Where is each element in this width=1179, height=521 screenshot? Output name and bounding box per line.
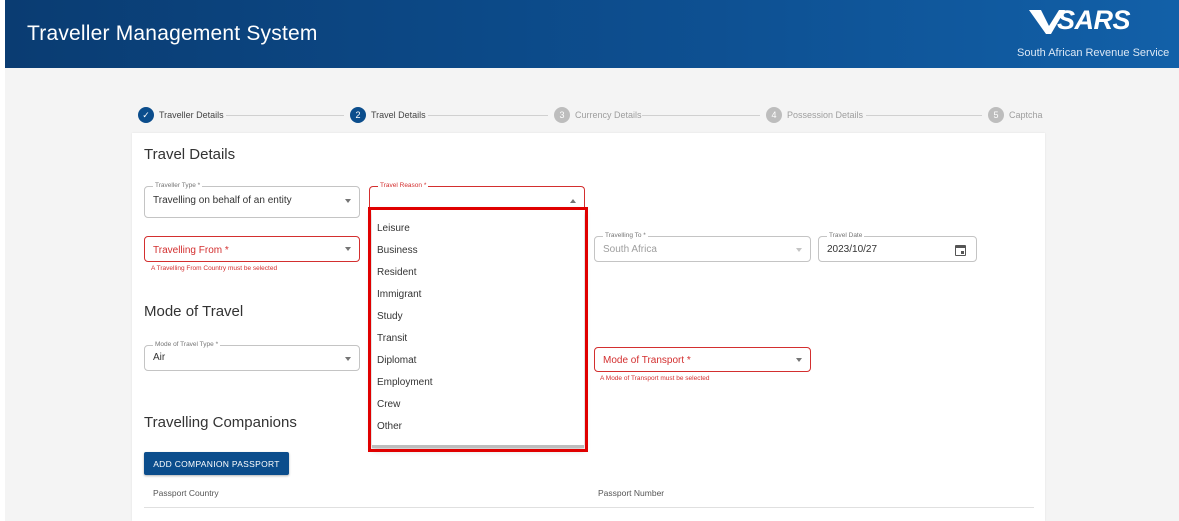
column-header-passport-number: Passport Number <box>598 488 665 498</box>
companions-title: Travelling Companions <box>144 414 297 431</box>
field-label: Travel Reason * <box>378 182 429 190</box>
step-number: 4 <box>766 107 782 123</box>
field-value: South Africa <box>603 244 657 255</box>
step-captcha[interactable]: 5 Captcha <box>988 106 1043 124</box>
step-label: Travel Details <box>371 110 426 120</box>
step-connector <box>866 115 982 116</box>
field-label: Travelling To * <box>603 232 648 240</box>
chevron-down-icon <box>345 247 351 251</box>
progress-stepper: ✓ Traveller Details 2 Travel Details 3 C… <box>0 106 1179 124</box>
chevron-down-icon <box>345 199 351 203</box>
step-travel-details[interactable]: 2 Travel Details <box>350 106 426 124</box>
chevron-down-icon <box>796 358 802 362</box>
field-value: 2023/10/27 <box>827 244 878 255</box>
step-label: Traveller Details <box>159 110 224 120</box>
step-connector <box>642 115 760 116</box>
field-value: Air <box>153 352 166 363</box>
calendar-icon[interactable] <box>955 245 966 256</box>
step-traveller-details[interactable]: ✓ Traveller Details <box>138 106 224 124</box>
step-connector <box>428 115 548 116</box>
travelling-to-select[interactable]: Travelling To * South Africa <box>594 232 811 262</box>
field-placeholder: Mode of Transport * <box>603 355 691 366</box>
step-label: Possession Details <box>787 110 864 120</box>
travel-date-input[interactable]: Travel Date 2023/10/27 <box>818 232 977 262</box>
add-companion-passport-button[interactable]: ADD COMPANION PASSPORT <box>144 452 289 475</box>
table-divider <box>144 507 1034 508</box>
chevron-up-icon <box>570 199 576 203</box>
step-label: Currency Details <box>575 110 642 120</box>
chevron-down-icon <box>796 248 802 252</box>
travelling-from-select[interactable]: Travelling From * <box>144 236 360 262</box>
mode-of-travel-title: Mode of Travel <box>144 303 244 320</box>
highlight-box <box>368 207 588 452</box>
field-value: Travelling on behalf of an entity <box>153 195 292 206</box>
chevron-down-icon <box>345 357 351 361</box>
step-label: Captcha <box>1009 110 1043 120</box>
field-label: Travel Date <box>827 232 865 240</box>
app-title: Traveller Management System <box>27 22 318 45</box>
sars-logo-subtitle: South African Revenue Service <box>1017 47 1170 59</box>
column-header-passport-country: Passport Country <box>153 488 219 498</box>
step-number: 2 <box>350 107 366 123</box>
traveller-type-select[interactable]: Traveller Type * Travelling on behalf of… <box>144 182 360 218</box>
mode-of-travel-type-select[interactable]: Mode of Travel Type * Air <box>144 341 360 371</box>
step-currency-details[interactable]: 3 Currency Details <box>554 106 642 124</box>
step-connector <box>226 115 344 116</box>
travel-details-title: Travel Details <box>144 146 236 163</box>
check-icon: ✓ <box>138 107 154 123</box>
step-number: 3 <box>554 107 570 123</box>
field-placeholder: Travelling From * <box>153 245 229 256</box>
field-label: Traveller Type * <box>153 182 203 190</box>
field-label: Mode of Travel Type * <box>153 341 221 349</box>
step-number: 5 <box>988 107 1004 123</box>
step-possession-details[interactable]: 4 Possession Details <box>766 106 863 124</box>
mode-of-transport-error: A Mode of Transport must be selected <box>600 375 710 382</box>
sars-logo-text: SARS <box>1057 5 1131 35</box>
app-header: Traveller Management System SARS South A… <box>5 0 1179 68</box>
mode-of-transport-select[interactable]: Mode of Transport * <box>594 347 811 372</box>
travelling-from-error: A Travelling From Country must be select… <box>151 265 278 272</box>
